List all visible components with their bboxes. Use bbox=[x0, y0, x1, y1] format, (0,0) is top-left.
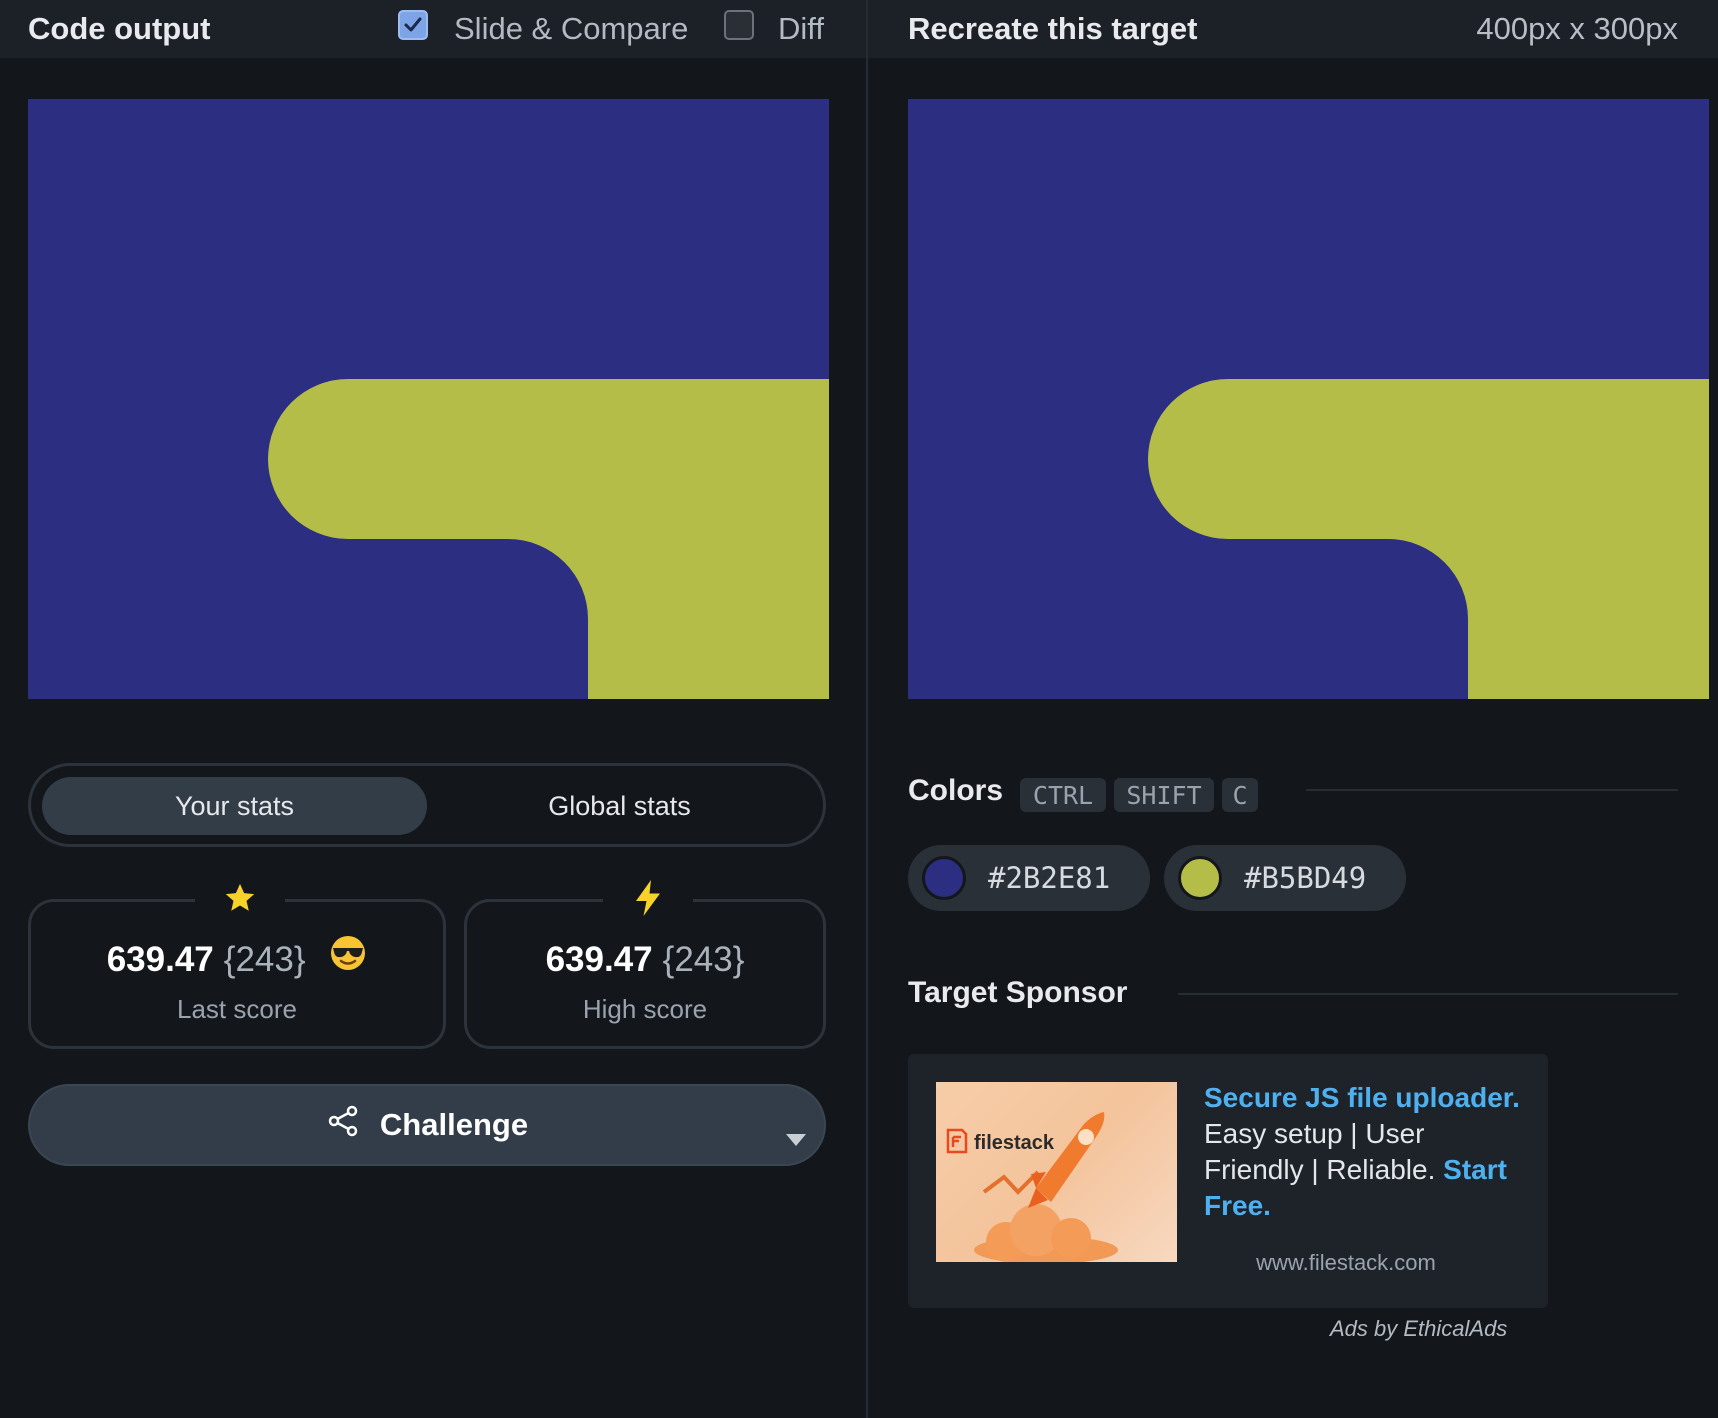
colors-title: Colors bbox=[908, 774, 1004, 807]
target-panel: Recreate this target 400px x 300px Color… bbox=[868, 0, 1718, 1418]
slide-compare-checkbox[interactable] bbox=[398, 10, 428, 40]
last-score-count: {243} bbox=[223, 940, 306, 979]
last-score-value: 639.47 bbox=[106, 940, 214, 979]
code-output-title: Code output bbox=[28, 11, 211, 46]
share-icon bbox=[326, 1104, 360, 1146]
ad-brand: filestack bbox=[974, 1132, 1055, 1154]
star-icon bbox=[195, 876, 285, 920]
lightning-icon bbox=[603, 876, 693, 920]
output-render bbox=[28, 99, 829, 699]
color-swatch-1[interactable]: #2B2E81 bbox=[908, 845, 1150, 911]
color-hex-1: #2B2E81 bbox=[988, 861, 1111, 895]
checkmark-icon bbox=[404, 17, 422, 32]
code-output-canvas[interactable] bbox=[28, 99, 829, 699]
sponsor-ad[interactable]: filestack Secure JS file uploader. Easy … bbox=[908, 1054, 1548, 1308]
high-score-label: High score bbox=[582, 994, 708, 1024]
high-score-card: 639.47 {243} High score bbox=[464, 876, 826, 1049]
sponsor-title: Target Sponsor bbox=[908, 976, 1128, 1009]
code-output-panel: Code output Slide & Compare Diff Your st… bbox=[0, 0, 866, 1418]
shortcut-key-ctrl: CTRL bbox=[1020, 778, 1106, 812]
sponsor-divider bbox=[1178, 993, 1678, 995]
chevron-down-icon[interactable] bbox=[786, 1120, 806, 1156]
color-swatch-2[interactable]: #B5BD49 bbox=[1164, 845, 1406, 911]
sunglasses-emoji-icon bbox=[329, 934, 367, 981]
shortcut-key-shift: SHIFT bbox=[1114, 778, 1214, 812]
diff-label[interactable]: Diff bbox=[778, 11, 824, 47]
challenge-label: Challenge bbox=[379, 1107, 529, 1142]
color-dot-2 bbox=[1178, 856, 1222, 900]
slide-compare-label[interactable]: Slide & Compare bbox=[454, 11, 688, 47]
color-dot-1 bbox=[922, 856, 966, 900]
stats-toggle: Your stats Global stats bbox=[28, 763, 826, 847]
color-hex-2: #B5BD49 bbox=[1244, 861, 1367, 895]
target-header: Recreate this target 400px x 300px bbox=[868, 0, 1718, 58]
target-canvas[interactable] bbox=[908, 99, 1709, 699]
challenge-button[interactable]: Challenge bbox=[28, 1084, 826, 1166]
filestack-logo-icon bbox=[946, 1128, 968, 1154]
high-score-value: 639.47 bbox=[545, 940, 653, 979]
shortcut-key-c: C bbox=[1222, 778, 1258, 812]
high-score-count: {243} bbox=[662, 940, 745, 979]
rocket-illustration bbox=[974, 1112, 1118, 1262]
tab-your-stats[interactable]: Your stats bbox=[42, 777, 427, 835]
colors-divider bbox=[1306, 789, 1678, 791]
ad-copy[interactable]: Secure JS file uploader. Easy setup | Us… bbox=[1204, 1080, 1524, 1224]
ad-image[interactable]: filestack bbox=[936, 1082, 1177, 1262]
ad-headline[interactable]: Secure JS file uploader. bbox=[1204, 1082, 1520, 1113]
last-score-label: Last score bbox=[177, 994, 297, 1024]
ad-url[interactable]: www.filestack.com bbox=[1204, 1250, 1488, 1276]
ethicalads-attribution[interactable]: Ads by EthicalAds bbox=[1330, 1316, 1507, 1342]
tab-global-stats[interactable]: Global stats bbox=[427, 777, 812, 835]
target-render bbox=[908, 99, 1709, 699]
target-title: Recreate this target bbox=[908, 11, 1198, 46]
last-score-card: 639.47 {243} Last score bbox=[28, 876, 446, 1049]
code-output-header: Code output Slide & Compare Diff bbox=[0, 0, 866, 58]
target-dimensions: 400px x 300px bbox=[1476, 11, 1678, 46]
diff-checkbox[interactable] bbox=[724, 10, 754, 40]
ad-body: Easy setup | User Friendly | Reliable. bbox=[1204, 1118, 1444, 1185]
